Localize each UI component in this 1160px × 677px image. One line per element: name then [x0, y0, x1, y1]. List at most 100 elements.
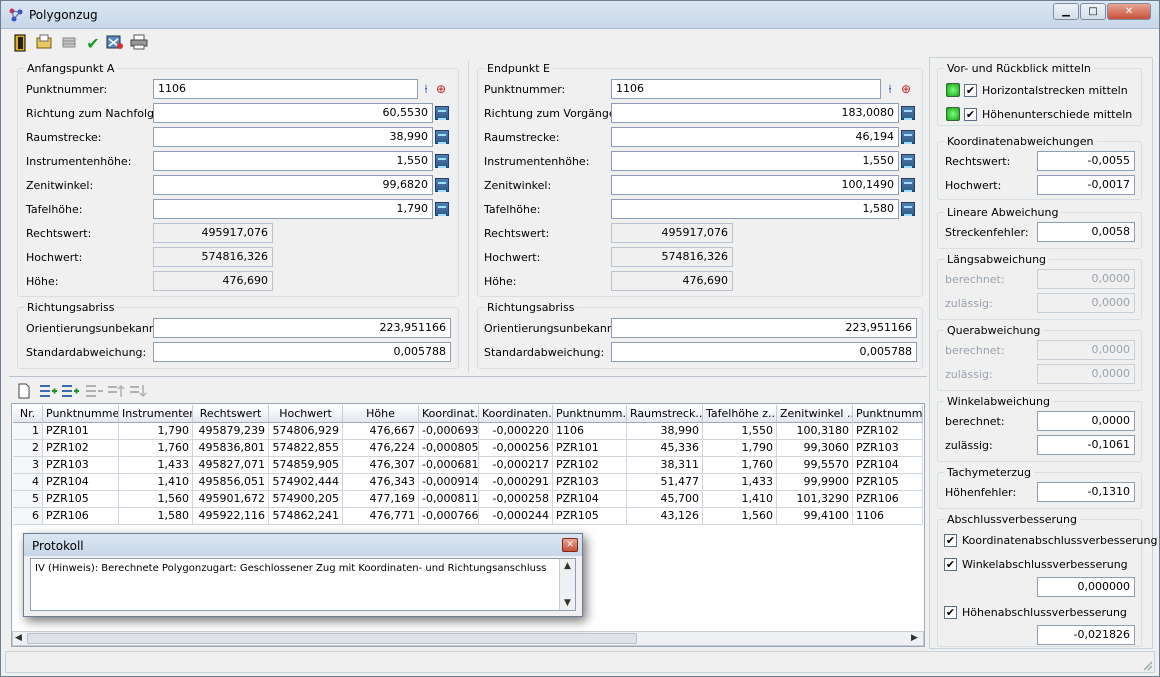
table-cell[interactable]: 574859,905 — [269, 457, 343, 474]
table-cell[interactable]: 574806,929 — [269, 423, 343, 440]
koord-hoch-value[interactable]: -0,0017 — [1037, 175, 1135, 195]
anfang-tafelhoehe-input[interactable]: 1,790 — [153, 199, 433, 219]
table-cell[interactable]: 495827,071 — [193, 457, 269, 474]
hoehen-abschluss-checkbox[interactable]: ✔ — [944, 606, 957, 619]
table-cell[interactable]: PZR102 — [553, 457, 627, 474]
koord-abschluss-checkbox[interactable]: ✔ — [944, 534, 957, 547]
column-header[interactable]: Punktnumm... — [853, 405, 923, 423]
winkel-zul-value[interactable]: -0,1061 — [1037, 435, 1135, 455]
anfang-raumstrecke-input[interactable]: 38,990 — [153, 127, 433, 147]
table-cell[interactable]: PZR104 — [43, 474, 119, 491]
scroll-up-icon[interactable]: ▲ — [564, 561, 571, 571]
target-icon[interactable]: ⊕ — [434, 81, 448, 97]
table-cell[interactable]: 1,790 — [703, 440, 777, 457]
end-raumstrecke-input[interactable]: 46,194 — [611, 127, 899, 147]
exit-icon[interactable] — [11, 34, 31, 54]
table-cell[interactable]: 574862,241 — [269, 508, 343, 525]
table-cell[interactable]: 1,790 — [119, 423, 193, 440]
row-number[interactable]: 4 — [13, 474, 43, 491]
table-cell[interactable]: -0,000258 — [479, 491, 553, 508]
calculator-icon[interactable] — [435, 106, 449, 120]
table-cell[interactable]: 38,311 — [627, 457, 703, 474]
close-button[interactable]: ✕ — [1107, 3, 1151, 20]
table-cell[interactable]: 101,3290 — [777, 491, 853, 508]
anfang-std-input[interactable]: 0,005788 — [153, 342, 451, 362]
protokoll-scrollbar[interactable]: ▲ ▼ — [559, 559, 575, 610]
table-cell[interactable]: PZR106 — [853, 491, 923, 508]
table-cell[interactable]: 45,700 — [627, 491, 703, 508]
table-cell[interactable]: -0,000693 — [419, 423, 479, 440]
table-cell[interactable]: 1,560 — [119, 491, 193, 508]
table-cell[interactable]: 574902,444 — [269, 474, 343, 491]
table-cell[interactable]: PZR102 — [43, 440, 119, 457]
calculator-icon[interactable] — [901, 130, 915, 144]
strecken-value[interactable]: 0,0058 — [1037, 222, 1135, 242]
table-cell[interactable]: -0,000811 — [419, 491, 479, 508]
table-cell[interactable]: 476,224 — [343, 440, 419, 457]
table-cell[interactable]: 477,169 — [343, 491, 419, 508]
column-header[interactable]: Punktnummer — [43, 405, 119, 423]
table-cell[interactable]: -0,000244 — [479, 508, 553, 525]
table-cell[interactable]: 38,990 — [627, 423, 703, 440]
end-richtung-input[interactable]: 183,0080 — [611, 103, 899, 123]
table-cell[interactable]: PZR104 — [553, 491, 627, 508]
table-cell[interactable]: 1,433 — [119, 457, 193, 474]
table-cell[interactable]: -0,000805 — [419, 440, 479, 457]
delete-row-icon[interactable] — [85, 383, 103, 399]
table-cell[interactable]: PZR106 — [43, 508, 119, 525]
winkel-abschluss-checkbox[interactable]: ✔ — [944, 558, 957, 571]
table-cell[interactable]: 476,771 — [343, 508, 419, 525]
table-cell[interactable]: PZR103 — [853, 440, 923, 457]
column-header[interactable]: Instrumenten... — [119, 405, 193, 423]
table-cell[interactable]: -0,000256 — [479, 440, 553, 457]
hoehen-abschluss-value[interactable]: -0,021826 — [1037, 625, 1135, 645]
move-down-icon[interactable] — [129, 383, 147, 399]
anfang-instrumentenhoehe-input[interactable]: 1,550 — [153, 151, 433, 171]
table-cell[interactable]: 99,5570 — [777, 457, 853, 474]
scroll-left-icon[interactable]: ◀ — [15, 633, 22, 643]
table-cell[interactable]: 99,3060 — [777, 440, 853, 457]
table-cell[interactable]: -0,000766 — [419, 508, 479, 525]
end-std-input[interactable]: 0,005788 — [611, 342, 917, 362]
map-icon[interactable] — [105, 34, 125, 54]
table-cell[interactable]: 495901,672 — [193, 491, 269, 508]
column-header[interactable]: Raumstreck... — [627, 405, 703, 423]
table-cell[interactable]: 1,760 — [703, 457, 777, 474]
calculator-icon[interactable] — [901, 202, 915, 216]
column-header[interactable]: Rechtswert — [193, 405, 269, 423]
column-header[interactable]: Koordinaten... — [479, 405, 553, 423]
table-cell[interactable]: 1106 — [853, 508, 923, 525]
table-cell[interactable]: 1,410 — [119, 474, 193, 491]
table-cell[interactable]: -0,000681 — [419, 457, 479, 474]
traverse-table[interactable]: Nr.PunktnummerInstrumenten...RechtswertH… — [13, 405, 923, 525]
pick-point-icon[interactable]: ⍿ — [883, 81, 897, 97]
table-cell[interactable]: -0,000220 — [479, 423, 553, 440]
anfang-punktnummer-input[interactable]: 1106 — [153, 79, 418, 99]
hoehen-mitteln-checkbox[interactable]: ✔ — [964, 108, 977, 121]
table-cell[interactable]: 100,3180 — [777, 423, 853, 440]
column-header[interactable]: Koordinat... — [419, 405, 479, 423]
column-header[interactable]: Nr. — [13, 405, 43, 423]
koord-rechts-value[interactable]: -0,0055 — [1037, 151, 1135, 171]
add-row-icon[interactable] — [39, 383, 57, 399]
table-cell[interactable]: 495879,239 — [193, 423, 269, 440]
table-cell[interactable]: 51,477 — [627, 474, 703, 491]
table-cell[interactable]: PZR104 — [853, 457, 923, 474]
table-cell[interactable]: 495856,051 — [193, 474, 269, 491]
table-cell[interactable]: 43,126 — [627, 508, 703, 525]
end-zenitwinkel-input[interactable]: 100,1490 — [611, 175, 899, 195]
table-cell[interactable]: 1,433 — [703, 474, 777, 491]
column-header[interactable]: Höhe — [343, 405, 419, 423]
end-tafelhoehe-input[interactable]: 1,580 — [611, 199, 899, 219]
table-cell[interactable]: 1,560 — [703, 508, 777, 525]
open-icon[interactable] — [35, 34, 55, 54]
column-header[interactable]: Hochwert — [269, 405, 343, 423]
row-number[interactable]: 1 — [13, 423, 43, 440]
table-cell[interactable]: PZR105 — [853, 474, 923, 491]
table-cell[interactable]: 45,336 — [627, 440, 703, 457]
calculator-icon[interactable] — [435, 154, 449, 168]
anfang-richtung-input[interactable]: 60,5530 — [153, 103, 433, 123]
table-cell[interactable]: 99,4100 — [777, 508, 853, 525]
column-header[interactable]: Zenitwinkel ... — [777, 405, 853, 423]
table-cell[interactable]: PZR105 — [43, 491, 119, 508]
